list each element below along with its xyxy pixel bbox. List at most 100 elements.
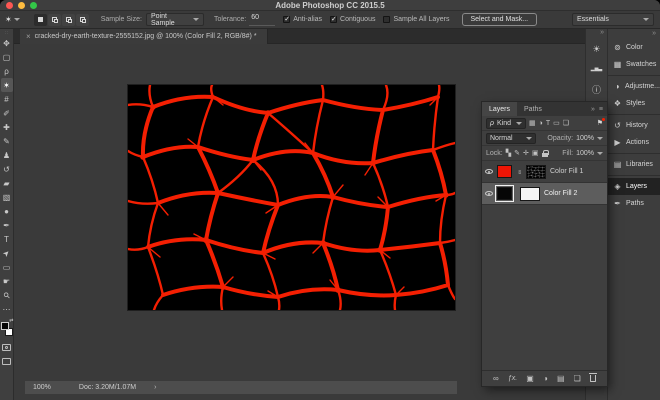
sample-size-dropdown[interactable]: Point Sample <box>146 13 204 26</box>
dock-item-styles[interactable]: ❖ Styles <box>608 95 660 112</box>
tab-layers[interactable]: Layers <box>482 102 517 116</box>
layer-style-fx-icon[interactable]: ƒx. <box>508 375 517 382</box>
opacity-value[interactable]: 100% <box>576 135 594 142</box>
layer-mask-thumbnail[interactable] <box>520 187 540 201</box>
layer-name[interactable]: Color Fill 2 <box>544 190 577 197</box>
path-selection-tool[interactable]: ➤ <box>1 246 13 260</box>
blend-mode-dropdown[interactable]: Normal <box>486 133 536 144</box>
filter-kind-dropdown[interactable]: ρ Kind <box>486 118 526 129</box>
new-group-icon[interactable]: ▤ <box>557 374 565 383</box>
select-and-mask-button[interactable]: Select and Mask... <box>462 13 538 26</box>
filter-type-layers-icon[interactable]: T <box>546 120 550 127</box>
checkbox-icon <box>283 16 290 23</box>
dock-separator <box>608 153 660 154</box>
status-chevron-icon[interactable]: › <box>154 384 156 391</box>
history-brush-tool[interactable]: ↺ <box>1 162 13 176</box>
layer-row-color-fill-1[interactable]: ∞ Color Fill 1 <box>482 161 607 183</box>
lock-all-icon[interactable] <box>542 150 548 157</box>
layer-name[interactable]: Color Fill 1 <box>550 168 583 175</box>
magic-wand-tool[interactable]: ✶ <box>1 78 13 92</box>
workspace-dropdown[interactable]: Essentials <box>572 13 654 26</box>
filter-toggle-icon[interactable]: ⚑ <box>597 119 603 127</box>
layer-mask-thumbnail[interactable] <box>526 165 546 179</box>
close-tab-icon[interactable]: × <box>26 32 31 41</box>
fill-value[interactable]: 100% <box>576 150 594 157</box>
filter-adjustment-layers-icon[interactable]: ◑ <box>539 120 543 127</box>
dock-item-paths[interactable]: ✒ Paths <box>608 195 660 212</box>
dock-item-color[interactable]: ⊚ Color <box>608 39 660 56</box>
toolbar-grip[interactable]: ∷ <box>0 29 13 36</box>
lasso-tool[interactable]: ρ <box>1 64 13 78</box>
collapse-strip-chevrons[interactable]: » <box>586 29 607 39</box>
dock-item-layers[interactable]: ◈ Layers <box>608 178 660 195</box>
new-layer-icon[interactable]: ❏ <box>574 374 581 383</box>
styles-panel-icon: ❖ <box>613 99 622 108</box>
type-tool[interactable]: T <box>1 232 13 246</box>
healing-brush-tool[interactable]: ✚ <box>1 120 13 134</box>
dock-item-history[interactable]: ↺ History <box>608 117 660 134</box>
lock-artboard-icon[interactable]: ▣ <box>532 149 539 157</box>
quick-mask-button[interactable] <box>2 344 11 351</box>
collapse-dock-chevrons[interactable]: » <box>608 29 660 39</box>
info-panel-icon[interactable]: ⓘ <box>586 79 607 99</box>
dock-item-swatches[interactable]: ▦ Swatches <box>608 56 660 73</box>
eyedropper-tool[interactable]: ✐ <box>1 106 13 120</box>
filter-shape-layers-icon[interactable]: ▭ <box>553 119 560 127</box>
layer-row-color-fill-2[interactable]: Color Fill 2 <box>482 183 607 205</box>
lock-image-pixels-icon[interactable]: ✎ <box>514 149 520 157</box>
contiguous-checkbox[interactable]: Contiguous <box>330 16 375 23</box>
anti-alias-checkbox[interactable]: Anti-alias <box>283 16 322 23</box>
move-tool[interactable]: ✥ <box>1 36 13 50</box>
brush-tool[interactable]: ✎ <box>1 134 13 148</box>
dock-item-libraries[interactable]: ▤ Libraries <box>608 156 660 173</box>
filter-pixel-layers-icon[interactable]: ▦ <box>529 119 536 127</box>
hand-tool[interactable]: ☛ <box>1 274 13 288</box>
rectangle-tool[interactable]: ▭ <box>1 260 13 274</box>
fill-label: Fill: <box>562 150 573 157</box>
lock-transparent-pixels-icon[interactable]: ▚ <box>506 149 511 157</box>
collapse-panel-chevrons[interactable]: » <box>591 106 595 113</box>
clone-stamp-tool[interactable]: ♟ <box>1 148 13 162</box>
delete-layer-icon[interactable] <box>590 375 596 382</box>
lock-position-icon[interactable]: ✛ <box>523 149 529 157</box>
add-layer-mask-icon[interactable]: ▣ <box>526 374 534 383</box>
foreground-color-swatch[interactable] <box>1 322 9 330</box>
new-selection-button[interactable] <box>34 14 47 26</box>
filter-smart-objects-icon[interactable]: ❏ <box>563 119 569 127</box>
sample-all-layers-checkbox[interactable]: Sample All Layers <box>383 16 449 23</box>
panel-menu-icon[interactable]: ≡ <box>599 106 603 113</box>
subtract-from-selection-button[interactable] <box>62 14 75 26</box>
foreground-background-colors[interactable]: ⇄ <box>1 320 13 336</box>
tab-paths[interactable]: Paths <box>517 102 549 116</box>
tolerance-input[interactable]: 60 <box>249 14 275 26</box>
crop-tool[interactable]: # <box>1 92 13 106</box>
gradient-tool[interactable]: ▧ <box>1 190 13 204</box>
screen-mode-button[interactable] <box>2 358 11 365</box>
chevron-down-icon <box>193 18 199 21</box>
dock-item-actions[interactable]: ▶ Actions <box>608 134 660 151</box>
document-tab[interactable]: × cracked-dry-earth-texture-2555152.jpg … <box>20 29 268 44</box>
intersect-selection-button[interactable] <box>76 14 89 26</box>
eraser-tool[interactable]: ▰ <box>1 176 13 190</box>
zoom-level[interactable]: 100% <box>33 384 51 391</box>
zoom-tool[interactable]: ⚲ <box>1 288 13 302</box>
histogram-panel-icon[interactable]: ▂▅▃ <box>586 59 607 79</box>
rectangular-marquee-tool[interactable]: ▢ <box>1 50 13 64</box>
pen-tool[interactable]: ✒ <box>1 218 13 232</box>
dodge-tool[interactable]: ● <box>1 204 13 218</box>
layer-mask-link-icon[interactable]: ∞ <box>516 169 522 175</box>
tool-preset-picker[interactable]: ✶ <box>5 15 20 24</box>
link-layers-icon[interactable]: ∞ <box>493 374 499 383</box>
dock-item-adjustments[interactable]: ◑ Adjustme... <box>608 78 660 95</box>
title-bar: Adobe Photoshop CC 2015.5 <box>0 0 660 11</box>
layer-visibility-eye-icon[interactable] <box>485 191 493 196</box>
layer-visibility-eye-icon[interactable] <box>485 169 493 174</box>
new-adjustment-layer-icon[interactable]: ◑ <box>543 374 548 383</box>
fill-swatch-thumbnail[interactable] <box>497 165 512 178</box>
fill-swatch-thumbnail[interactable] <box>497 187 512 200</box>
add-to-selection-button[interactable] <box>48 14 61 26</box>
properties-panel-icon[interactable]: ☀ <box>586 39 607 59</box>
swap-colors-icon[interactable]: ⇄ <box>9 318 13 324</box>
edit-toolbar-button[interactable]: ⋯ <box>1 302 13 316</box>
canvas[interactable] <box>128 85 455 310</box>
